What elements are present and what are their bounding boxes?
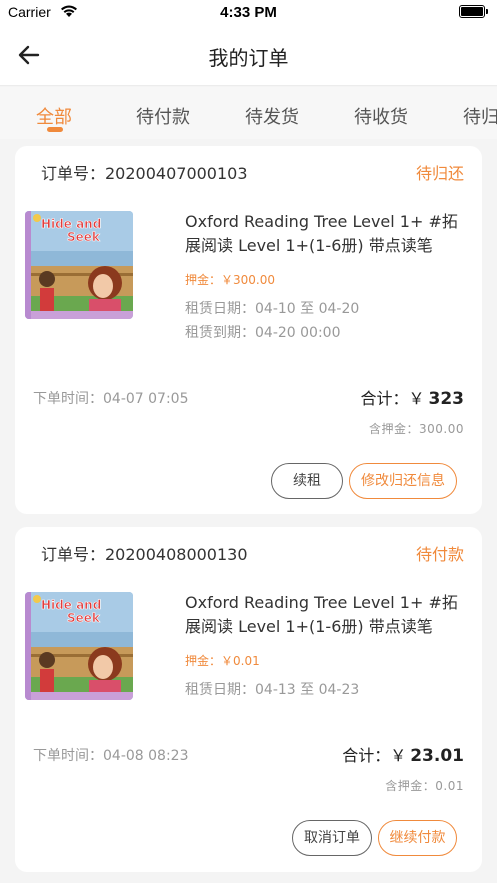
cover-title-line2: Seek — [67, 611, 101, 625]
order-number: 订单号：20200407000103 — [41, 164, 248, 183]
total-label: 合计：￥ — [342, 746, 407, 765]
active-tab-indicator — [47, 127, 63, 132]
order-tabs: 全部 待付款 待发货 待收货 待归还 — [0, 87, 497, 139]
cover-title-line1: Hide and — [41, 598, 101, 612]
page-title: 我的订单 — [208, 46, 289, 70]
cover-title-line2: Seek — [67, 230, 101, 244]
order-card[interactable]: 订单号：20200408000130 待付款 Hide and Seek Oxf… — [15, 527, 482, 872]
included-deposit: 含押金：300.00 — [369, 422, 464, 436]
order-status: 待付款 — [415, 545, 464, 564]
tab-pending-shipment[interactable]: 待发货 — [245, 103, 299, 129]
order-time: 下单时间：04-07 07:05 — [33, 391, 189, 407]
order-number: 订单号：20200408000130 — [41, 545, 248, 564]
total-label: 合计：￥ — [360, 389, 425, 408]
tab-all[interactable]: 全部 — [36, 103, 72, 129]
rental-due: 租赁到期：04-20 00:00 — [185, 325, 341, 341]
order-time: 下单时间：04-08 08:23 — [33, 748, 189, 764]
book-cover-image: Hide and Seek — [25, 211, 133, 319]
cancel-order-button[interactable]: 取消订单 — [292, 820, 372, 856]
clock-time: 4:33 PM — [220, 4, 277, 21]
total-amount: 23.01 — [410, 746, 464, 766]
status-bar: Carrier 4:33 PM — [0, 0, 497, 26]
edit-return-info-button[interactable]: 修改归还信息 — [349, 463, 457, 499]
order-total: 合计：￥ 23.01 — [342, 742, 464, 766]
order-total: 合计：￥ 323 — [360, 385, 464, 409]
tab-pending-return[interactable]: 待归还 — [463, 103, 497, 129]
rental-dates: 租赁日期：04-13 至 04-23 — [185, 682, 360, 698]
book-cover-image: Hide and Seek — [25, 592, 133, 700]
total-amount: 323 — [428, 389, 465, 409]
included-deposit: 含押金：0.01 — [385, 779, 464, 793]
deposit-amount: 押金：￥300.00 — [185, 273, 275, 287]
product-title[interactable]: Oxford Reading Tree Level 1+ #拓展阅读 Level… — [185, 591, 470, 639]
product-title[interactable]: Oxford Reading Tree Level 1+ #拓展阅读 Level… — [185, 210, 470, 258]
tab-pending-receipt[interactable]: 待收货 — [354, 103, 408, 129]
battery-icon — [459, 5, 489, 19]
renew-button[interactable]: 续租 — [271, 463, 343, 499]
cover-title-line1: Hide and — [41, 217, 101, 231]
order-status: 待归还 — [415, 164, 464, 183]
deposit-amount: 押金：￥0.01 — [185, 654, 260, 668]
tab-pending-payment[interactable]: 待付款 — [136, 103, 190, 129]
continue-payment-button[interactable]: 继续付款 — [378, 820, 457, 856]
rental-dates: 租赁日期：04-10 至 04-20 — [185, 301, 360, 317]
navigation-bar: 我的订单 — [0, 26, 497, 86]
order-card[interactable]: 订单号：20200407000103 待归还 Hide and Seek Oxf… — [15, 146, 482, 514]
